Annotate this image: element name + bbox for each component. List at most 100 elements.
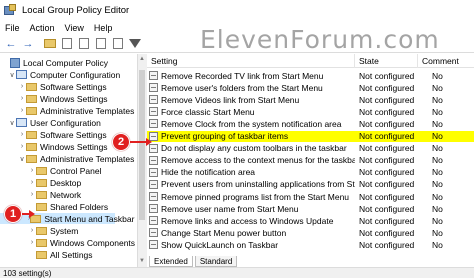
scroll-down-icon[interactable]: ▼ <box>138 258 146 264</box>
collapsed-chevron-icon[interactable]: › <box>28 179 36 186</box>
collapsed-chevron-icon[interactable]: › <box>18 107 26 114</box>
policy-row[interactable]: Remove Recorded TV link from Start Menu N… <box>147 70 474 81</box>
forward-arrow-icon[interactable]: → <box>20 36 36 51</box>
expanded-chevron-icon[interactable]: ∨ <box>8 119 16 127</box>
collapsed-chevron-icon[interactable]: › <box>18 95 26 102</box>
expanded-chevron-icon[interactable]: ∨ <box>8 71 16 79</box>
column-state[interactable]: State <box>355 54 418 68</box>
tree-item-label: Administrative Templates <box>40 153 135 164</box>
tree-item-label: Administrative Templates <box>40 105 135 116</box>
properties-icon[interactable] <box>110 36 126 51</box>
state-cell: Not configured <box>359 131 415 141</box>
computer-policy-icon <box>10 57 20 68</box>
list-header: Setting State Comment <box>147 54 474 68</box>
tree-item[interactable]: › Software Settings <box>0 81 107 92</box>
state-cell: Not configured <box>359 70 415 81</box>
tree-item[interactable]: ∨ User Configuration <box>0 117 100 128</box>
setting-cell: Remove Videos link from Start Menu <box>147 94 355 105</box>
tree-item[interactable]: › Software Settings <box>0 129 107 140</box>
folder-icon <box>36 226 47 235</box>
tree-item[interactable]: › Windows Settings <box>0 93 108 104</box>
folder-icon <box>26 130 37 139</box>
menu-action[interactable]: Action <box>25 23 60 33</box>
tree-item[interactable]: ∨ Computer Configuration <box>0 69 120 80</box>
policy-row[interactable]: Remove access to the context menus for t… <box>147 155 474 166</box>
policy-row[interactable]: Hide the notification area Not configured… <box>147 167 474 178</box>
policy-setting-icon <box>149 71 158 80</box>
policy-row[interactable]: Remove links and access to Windows Updat… <box>147 215 474 226</box>
state-cell: Not configured <box>359 94 415 105</box>
tree-item[interactable]: › System <box>0 225 79 236</box>
setting-cell: Remove Recorded TV link from Start Menu <box>147 70 355 81</box>
tree-item[interactable]: › Administrative Templates <box>0 105 135 116</box>
column-setting[interactable]: Setting <box>147 54 355 68</box>
scroll-up-icon[interactable]: ▲ <box>138 56 146 62</box>
collapsed-chevron-icon[interactable]: › <box>18 143 26 150</box>
folder-icon <box>36 190 47 199</box>
policy-row[interactable]: Remove pinned programs list from the Sta… <box>147 191 474 202</box>
setting-cell: Show QuickLaunch on Taskbar <box>147 239 355 250</box>
policy-row[interactable]: Remove Videos link from Start Menu Not co… <box>147 94 474 105</box>
state-cell: Not configured <box>359 227 415 238</box>
state-cell: Not configured <box>359 179 415 190</box>
setting-name: Hide the notification area <box>161 167 256 178</box>
state-cell: Not configured <box>359 215 415 226</box>
policy-setting-icon <box>149 167 158 177</box>
collapsed-chevron-icon[interactable]: › <box>28 227 36 234</box>
tree-scroll-thumb[interactable] <box>139 70 145 220</box>
tree-item[interactable]: › Network <box>0 189 81 200</box>
policy-row[interactable]: Remove user's folders from the Start Men… <box>147 82 474 93</box>
menu-view[interactable]: View <box>60 23 89 33</box>
policy-row[interactable]: Prevent grouping of taskbar items Not con… <box>147 130 474 142</box>
column-comment[interactable]: Comment <box>418 54 474 68</box>
state-cell: Not configured <box>359 239 415 250</box>
policy-row[interactable]: Force classic Start Menu Not configured No <box>147 106 474 117</box>
show-hide-tree-icon[interactable] <box>59 36 75 51</box>
tree-item[interactable]: Local Computer Policy <box>0 57 108 68</box>
comment-cell: No <box>432 131 443 141</box>
tab-extended[interactable]: Extended <box>149 256 193 267</box>
tree-item[interactable]: › Control Panel <box>0 165 102 176</box>
collapsed-chevron-icon[interactable]: › <box>28 239 36 246</box>
comment-cell: No <box>432 239 443 250</box>
setting-cell: Change Start Menu power button <box>147 227 355 238</box>
setting-cell: Remove pinned programs list from the Sta… <box>147 191 355 202</box>
policy-row[interactable]: Prevent users from uninstalling applicat… <box>147 179 474 190</box>
collapsed-chevron-icon[interactable]: › <box>28 191 36 198</box>
collapsed-chevron-icon[interactable]: › <box>28 167 36 174</box>
menu-file[interactable]: File <box>0 23 25 33</box>
setting-name: Remove Videos link from Start Menu <box>161 94 300 105</box>
setting-name: Remove access to the context menus for t… <box>161 155 355 166</box>
policy-row[interactable]: Show QuickLaunch on Taskbar Not configure… <box>147 239 474 250</box>
menu-help[interactable]: Help <box>89 23 118 33</box>
tab-standard[interactable]: Standard <box>194 256 238 267</box>
expanded-chevron-icon[interactable]: ∨ <box>18 155 26 163</box>
setting-name: Change Start Menu power button <box>161 227 287 238</box>
tree-item[interactable]: › Windows Settings <box>0 141 108 152</box>
setting-name: Remove links and access to Windows Updat… <box>161 215 334 226</box>
filter-icon[interactable] <box>127 36 143 51</box>
tree-item[interactable]: › Windows Components <box>0 237 135 248</box>
state-cell: Not configured <box>359 118 415 129</box>
policy-row[interactable]: Remove user name from Start Menu Not conf… <box>147 203 474 214</box>
view-tabs: Extended Standard <box>147 256 474 267</box>
collapsed-chevron-icon[interactable]: › <box>18 83 26 90</box>
comment-cell: No <box>432 203 443 214</box>
tree-item-label: Windows Settings <box>40 141 108 152</box>
comment-cell: No <box>432 70 443 81</box>
policy-row[interactable]: Change Start Menu power button Not config… <box>147 227 474 238</box>
policy-setting-icon <box>149 119 158 129</box>
comment-cell: No <box>432 227 443 238</box>
back-arrow-icon[interactable]: ← <box>3 36 19 51</box>
policy-row[interactable]: Do not display any custom toolbars in th… <box>147 143 474 154</box>
collapsed-chevron-icon[interactable]: › <box>18 131 26 138</box>
help-icon[interactable] <box>93 36 109 51</box>
up-folder-icon[interactable] <box>42 36 58 51</box>
policy-row[interactable]: Remove Clock from the system notificatio… <box>147 118 474 129</box>
setting-cell: Remove user name from Start Menu <box>147 203 355 214</box>
tree-item[interactable]: All Settings <box>0 249 93 260</box>
tree-item[interactable]: › Desktop <box>0 177 81 188</box>
tree-item[interactable]: ∨ Administrative Templates <box>0 153 134 164</box>
policy-setting-icon <box>149 240 158 250</box>
export-list-icon[interactable] <box>76 36 92 51</box>
